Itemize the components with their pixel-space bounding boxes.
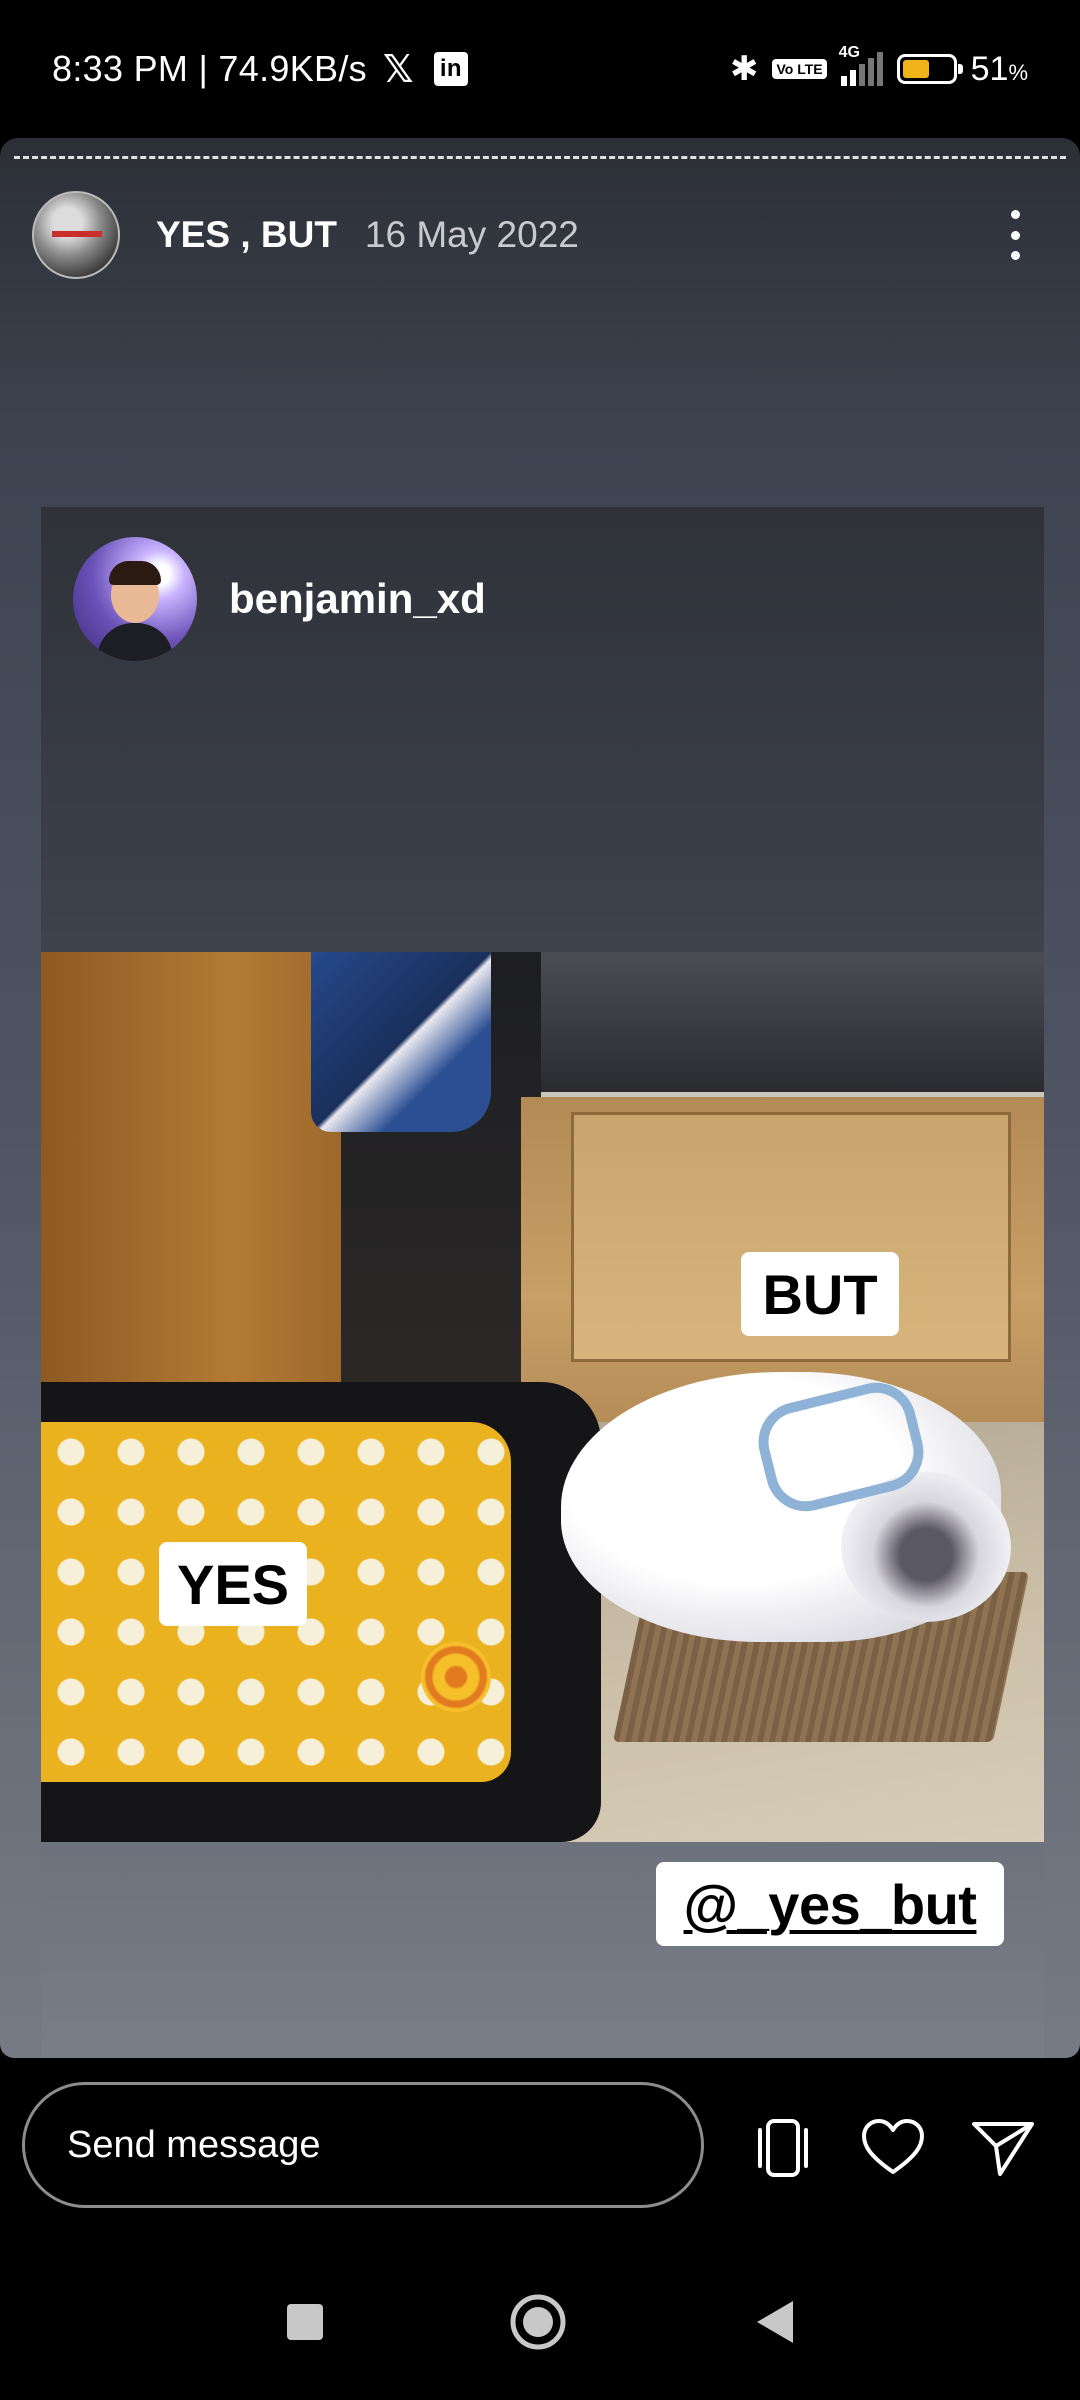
post-avatar[interactable] [73,537,197,661]
status-time-speed: 8:33 PM | 74.9KB/s [52,48,367,89]
yes-label: YES [159,1542,307,1626]
story-view[interactable]: YES , BUT 16 May 2022 benjamin_xd YES BU… [0,138,1080,2058]
navigation-bar [0,2230,1080,2400]
bluetooth-icon: ✱ [729,50,759,88]
post-photo: YES BUT [41,952,1044,1842]
linkedin-icon: in [433,52,468,86]
status-bar: 8:33 PM | 74.9KB/s 𝕏 in ✱ Vo LTE 4G 51% [0,0,1080,135]
network-type: 4G [838,44,860,61]
send-icon[interactable] [970,2118,1036,2178]
send-message-input[interactable] [22,2082,704,2208]
mention-sticker[interactable]: @_yes_but [656,1862,1004,1946]
but-label: BUT [741,1252,899,1336]
message-bar [0,2060,1080,2230]
screen: 8:33 PM | 74.9KB/s 𝕏 in ✱ Vo LTE 4G 51% … [0,0,1080,2400]
status-left: 8:33 PM | 74.9KB/s 𝕏 in [52,44,468,94]
battery-icon [896,54,963,84]
back-icon[interactable] [745,2292,805,2352]
story-avatar[interactable] [32,191,120,279]
battery-percent: 51% [970,49,1028,88]
more-vertical-icon[interactable] [1010,210,1020,260]
volte-icon: Vo LTE [772,59,827,79]
story-date: 16 May 2022 [364,214,579,255]
post-username[interactable]: benjamin_xd [229,575,486,623]
post-header: benjamin_xd [73,537,486,661]
shared-post[interactable]: benjamin_xd YES BUT @_yes_but [41,507,1044,2058]
story-header: YES , BUT 16 May 2022 [32,190,1080,280]
recents-icon[interactable] [275,2292,335,2352]
x-logo-icon: 𝕏 [382,48,414,91]
story-progress-bar [14,156,1066,159]
heart-icon[interactable] [860,2118,926,2178]
status-right: ✱ Vo LTE 4G 51% [730,44,1028,94]
story-username[interactable]: YES , BUT [156,214,337,256]
rotate-device-icon[interactable] [750,2118,816,2178]
home-icon[interactable] [508,2292,568,2352]
signal-icon: 4G [839,44,883,86]
